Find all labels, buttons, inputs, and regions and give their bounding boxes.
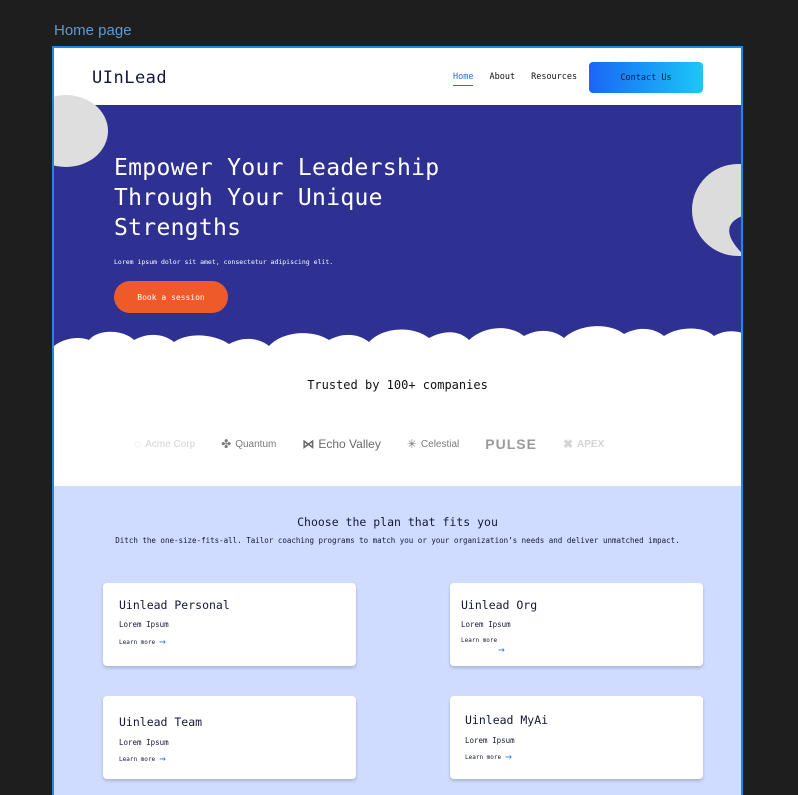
plan-card-org[interactable]: Uinlead Org Lorem Ipsum Learn more → bbox=[450, 583, 703, 666]
client-logo-echo-valley: ⋈ Echo Valley bbox=[302, 437, 380, 451]
nav-link-about[interactable]: About bbox=[489, 72, 515, 86]
trusted-heading: Trusted by 100+ companies bbox=[307, 378, 488, 392]
echo-valley-logo-icon: ⋈ bbox=[302, 437, 315, 451]
celestial-logo-icon: ✳ bbox=[406, 437, 417, 451]
client-logos: ◌ Acme Corp ✤ Quantum ⋈ Echo Valley ✳ Ce… bbox=[134, 436, 630, 452]
plan-card-myai[interactable]: Uinlead MyAi Lorem Ipsum Learn more → bbox=[450, 696, 703, 779]
learn-more-link[interactable]: Learn more → bbox=[119, 635, 166, 648]
client-logo-quantum: ✤ Quantum bbox=[221, 437, 276, 451]
hero-title-line-3: Strengths bbox=[114, 215, 242, 241]
plan-card-text: Lorem Ipsum bbox=[119, 620, 169, 629]
arrow-right-icon: → bbox=[498, 643, 505, 656]
plan-card-title: Uinlead Org bbox=[461, 598, 538, 612]
learn-more-label: Learn more bbox=[461, 637, 498, 644]
arrow-right-icon: → bbox=[159, 752, 166, 765]
plans-section: Choose the plan that fits you Ditch the … bbox=[54, 486, 741, 795]
nav-links: Home About Resources bbox=[453, 72, 577, 86]
hero-title-line-1: Empower Your Leadership bbox=[114, 155, 440, 181]
client-logo-pulse: PULSE bbox=[485, 436, 537, 452]
nav-link-home[interactable]: Home bbox=[453, 72, 474, 86]
learn-more-label: Learn more bbox=[119, 755, 156, 763]
learn-more-label: Learn more bbox=[119, 638, 156, 646]
acme-logo-icon: ◌ bbox=[134, 437, 142, 451]
learn-more-label: Learn more bbox=[465, 753, 502, 761]
learn-more-link[interactable]: Learn more → bbox=[461, 637, 505, 656]
cloud-divider bbox=[54, 326, 741, 363]
client-logo-label: Acme Corp bbox=[145, 438, 196, 450]
apex-logo-icon: ✖ bbox=[562, 437, 574, 451]
client-logo-acme: ◌ Acme Corp bbox=[134, 437, 195, 451]
nav-link-resources[interactable]: Resources bbox=[531, 72, 577, 86]
client-logo-label: APEX bbox=[577, 438, 605, 450]
book-session-button[interactable]: Book a session bbox=[114, 281, 228, 313]
learn-more-link[interactable]: Learn more → bbox=[465, 750, 512, 763]
quantum-logo-icon: ✤ bbox=[221, 437, 232, 451]
arrow-right-icon: → bbox=[159, 635, 166, 648]
plan-card-team[interactable]: Uinlead Team Lorem Ipsum Learn more → bbox=[103, 696, 356, 779]
frame-label: Home page bbox=[54, 22, 132, 39]
client-logo-label: Echo Valley bbox=[318, 437, 381, 451]
client-logo-label: Celestial bbox=[420, 438, 460, 450]
plan-card-personal[interactable]: Uinlead Personal Lorem Ipsum Learn more … bbox=[103, 583, 356, 666]
client-logo-celestial: ✳ Celestial bbox=[407, 437, 459, 451]
arrow-right-icon: → bbox=[505, 750, 512, 763]
plan-card-text: Lorem Ipsum bbox=[119, 738, 169, 747]
plans-title: Choose the plan that fits you bbox=[297, 515, 498, 529]
learn-more-link[interactable]: Learn more → bbox=[119, 752, 166, 765]
plan-card-title: Uinlead Team bbox=[119, 715, 203, 729]
hero-title: Empower Your Leadership Through Your Uni… bbox=[114, 153, 439, 243]
plan-card-title: Uinlead Personal bbox=[119, 598, 230, 612]
hero-title-line-2: Through Your Unique bbox=[114, 185, 383, 211]
plan-card-title: Uinlead MyAi bbox=[465, 713, 549, 727]
contact-us-button[interactable]: Contact Us bbox=[589, 62, 703, 93]
client-logo-label: Quantum bbox=[235, 438, 277, 450]
plans-subtitle: Ditch the one-size-fits-all. Tailor coac… bbox=[115, 536, 680, 545]
crescent-moon-icon bbox=[692, 164, 741, 256]
home-page-frame: UInLead Home About Resources Contact Us … bbox=[52, 46, 743, 795]
brand-logo[interactable]: UInLead bbox=[92, 68, 167, 88]
client-logo-apex: ✖ APEX bbox=[563, 437, 604, 451]
plan-card-text: Lorem Ipsum bbox=[461, 620, 511, 629]
top-nav: UInLead Home About Resources Contact Us bbox=[54, 48, 741, 105]
plan-card-text: Lorem Ipsum bbox=[465, 736, 515, 745]
hero-subtitle: Lorem ipsum dolor sit amet, consectetur … bbox=[114, 258, 334, 266]
